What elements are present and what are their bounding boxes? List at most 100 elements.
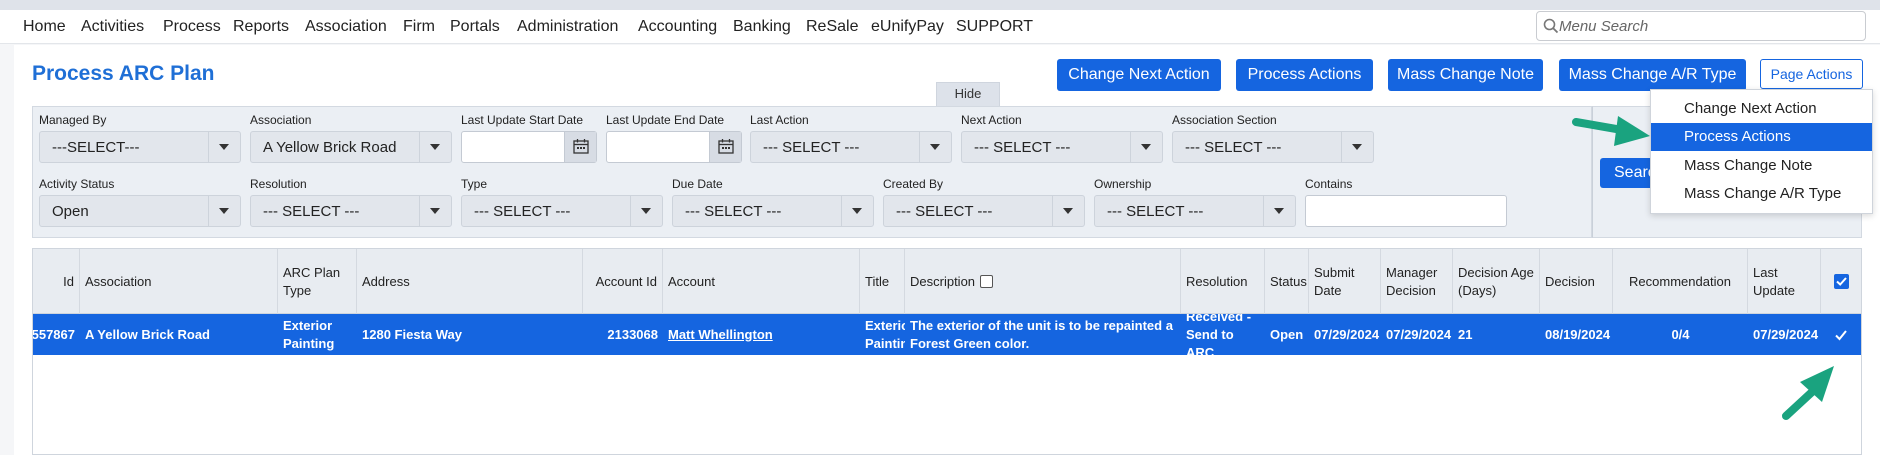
next-action-label: Next Action: [961, 113, 1022, 127]
type-select[interactable]: --- SELECT ---: [461, 195, 663, 227]
col-header-title[interactable]: Title: [860, 249, 905, 314]
nav-administration[interactable]: Administration: [517, 18, 618, 36]
resolution-select[interactable]: --- SELECT ---: [250, 195, 452, 227]
col-header-last-update[interactable]: Last Update: [1748, 249, 1821, 314]
cell-arc-plan-type: Exterior Painting: [283, 317, 335, 351]
nav-activities[interactable]: Activities: [81, 18, 144, 36]
last-action-select[interactable]: --- SELECT ---: [750, 131, 952, 163]
activity-status-select[interactable]: Open: [39, 195, 241, 227]
account-link[interactable]: Matt Whellington: [668, 326, 773, 344]
due-date-select[interactable]: --- SELECT ---: [672, 195, 874, 227]
col-header-manager-decision[interactable]: Manager Decision: [1381, 249, 1453, 314]
type-value: --- SELECT ---: [474, 203, 571, 220]
menu-item-mass-change-note[interactable]: Mass Change Note: [1651, 152, 1872, 180]
nav-association[interactable]: Association: [305, 18, 387, 36]
managed-by-value: ---SELECT---: [52, 139, 140, 156]
managed-by-label: Managed By: [39, 113, 107, 127]
association-section-value: --- SELECT ---: [1185, 139, 1282, 156]
nav-process[interactable]: Process: [163, 18, 221, 36]
ownership-select[interactable]: --- SELECT ---: [1094, 195, 1296, 227]
cell-submit-date: 07/29/2024: [1314, 326, 1380, 342]
nav-resale[interactable]: ReSale: [806, 18, 858, 36]
col-header-address[interactable]: Address: [357, 249, 583, 314]
cell-association: A Yellow Brick Road: [85, 326, 210, 342]
cell-resolution: Received - Send to ARC: [1186, 314, 1252, 355]
col-header-association[interactable]: Association: [80, 249, 278, 314]
col-header-select-all[interactable]: [1821, 249, 1861, 314]
due-date-label: Due Date: [672, 177, 723, 191]
calendar-icon[interactable]: [709, 132, 741, 162]
next-action-select[interactable]: --- SELECT ---: [961, 131, 1163, 163]
row-checkmark-icon[interactable]: [1834, 328, 1848, 342]
col-header-recommendation[interactable]: Recommendation: [1613, 249, 1748, 314]
col-header-description-cell: Description: [905, 249, 1181, 314]
last-update-end-input[interactable]: [606, 131, 742, 163]
association-select[interactable]: A Yellow Brick Road: [250, 131, 452, 163]
description-checkbox[interactable]: [980, 275, 994, 288]
col-header-account[interactable]: Account: [663, 249, 860, 314]
page-actions-menu: Change Next Action Process Actions Mass …: [1650, 89, 1873, 214]
menu-item-change-next-action[interactable]: Change Next Action: [1651, 95, 1872, 123]
select-all-checkbox[interactable]: [1833, 274, 1849, 289]
mass-change-note-button[interactable]: Mass Change Note: [1388, 59, 1543, 91]
col-header-id[interactable]: Id: [33, 249, 80, 314]
nav-portals[interactable]: Portals: [450, 18, 500, 36]
created-by-select[interactable]: --- SELECT ---: [883, 195, 1085, 227]
chevron-down-icon: [1130, 132, 1162, 162]
col-header-resolution[interactable]: Resolution: [1181, 249, 1265, 314]
mass-change-ar-type-button[interactable]: Mass Change A/R Type: [1559, 59, 1746, 91]
due-date-value: --- SELECT ---: [685, 203, 782, 220]
table-row[interactable]: 557867 A Yellow Brick Road Exterior Pain…: [33, 314, 1861, 355]
col-header-arc-plan-type[interactable]: ARC Plan Type: [278, 249, 357, 314]
menu-item-mass-change-ar-type[interactable]: Mass Change A/R Type: [1651, 180, 1872, 208]
process-actions-button[interactable]: Process Actions: [1236, 59, 1373, 91]
top-strip: [0, 0, 1880, 10]
type-label: Type: [461, 177, 488, 191]
last-action-label: Last Action: [750, 113, 809, 127]
col-header-submit-date[interactable]: Submit Date: [1309, 249, 1381, 314]
activity-status-label: Activity Status: [39, 177, 115, 191]
cell-description: The exterior of the unit is to be repain…: [910, 317, 1173, 351]
chevron-down-icon: [1341, 132, 1373, 162]
last-update-end-label: Last Update End Date: [606, 113, 725, 127]
cell-title: Exterior Painting: [865, 317, 905, 351]
association-section-label: Association Section: [1172, 113, 1277, 127]
managed-by-select[interactable]: ---SELECT---: [39, 131, 241, 163]
association-section-select[interactable]: --- SELECT ---: [1172, 131, 1374, 163]
chevron-down-icon: [1263, 196, 1295, 226]
col-header-account-id[interactable]: Account Id: [583, 249, 663, 314]
nav-firm[interactable]: Firm: [403, 18, 435, 36]
col-header-status[interactable]: Status: [1265, 249, 1309, 314]
cell-id: 557867: [33, 326, 75, 342]
contains-input[interactable]: [1305, 195, 1507, 227]
grid-header: Id Association ARC Plan Type Address Acc…: [33, 249, 1861, 314]
nav-support[interactable]: SUPPORT: [956, 18, 1033, 36]
menu-search-input[interactable]: [1559, 12, 1859, 40]
chevron-down-icon: [630, 196, 662, 226]
next-action-value: --- SELECT ---: [974, 139, 1071, 156]
association-value: A Yellow Brick Road: [263, 139, 397, 156]
row-select-cell[interactable]: [1821, 314, 1861, 355]
arrow-pointer-icon: [1572, 116, 1650, 146]
last-update-start-input[interactable]: [461, 131, 597, 163]
menu-item-process-actions[interactable]: Process Actions: [1651, 123, 1872, 151]
col-header-decision-age[interactable]: Decision Age (Days): [1453, 249, 1540, 314]
col-header-description[interactable]: Description: [910, 273, 975, 291]
nav-eunifypay[interactable]: eUnifyPay: [871, 18, 944, 36]
menu-search-box[interactable]: [1536, 11, 1866, 41]
chevron-down-icon: [841, 196, 873, 226]
change-next-action-button[interactable]: Change Next Action: [1057, 59, 1221, 91]
chevron-down-icon: [419, 196, 451, 226]
nav-reports[interactable]: Reports: [233, 18, 289, 36]
calendar-icon[interactable]: [564, 132, 596, 162]
activity-status-value: Open: [52, 203, 89, 220]
nav-home[interactable]: Home: [23, 18, 66, 36]
nav-accounting[interactable]: Accounting: [638, 18, 717, 36]
col-header-decision[interactable]: Decision: [1540, 249, 1613, 314]
page-actions-button[interactable]: Page Actions: [1760, 59, 1863, 89]
resolution-value: --- SELECT ---: [263, 203, 360, 220]
hide-filters-tab[interactable]: Hide: [936, 82, 1000, 106]
cell-recommendation: 0/4: [1671, 326, 1690, 342]
cell-status: Open: [1270, 326, 1304, 342]
nav-banking[interactable]: Banking: [733, 18, 791, 36]
